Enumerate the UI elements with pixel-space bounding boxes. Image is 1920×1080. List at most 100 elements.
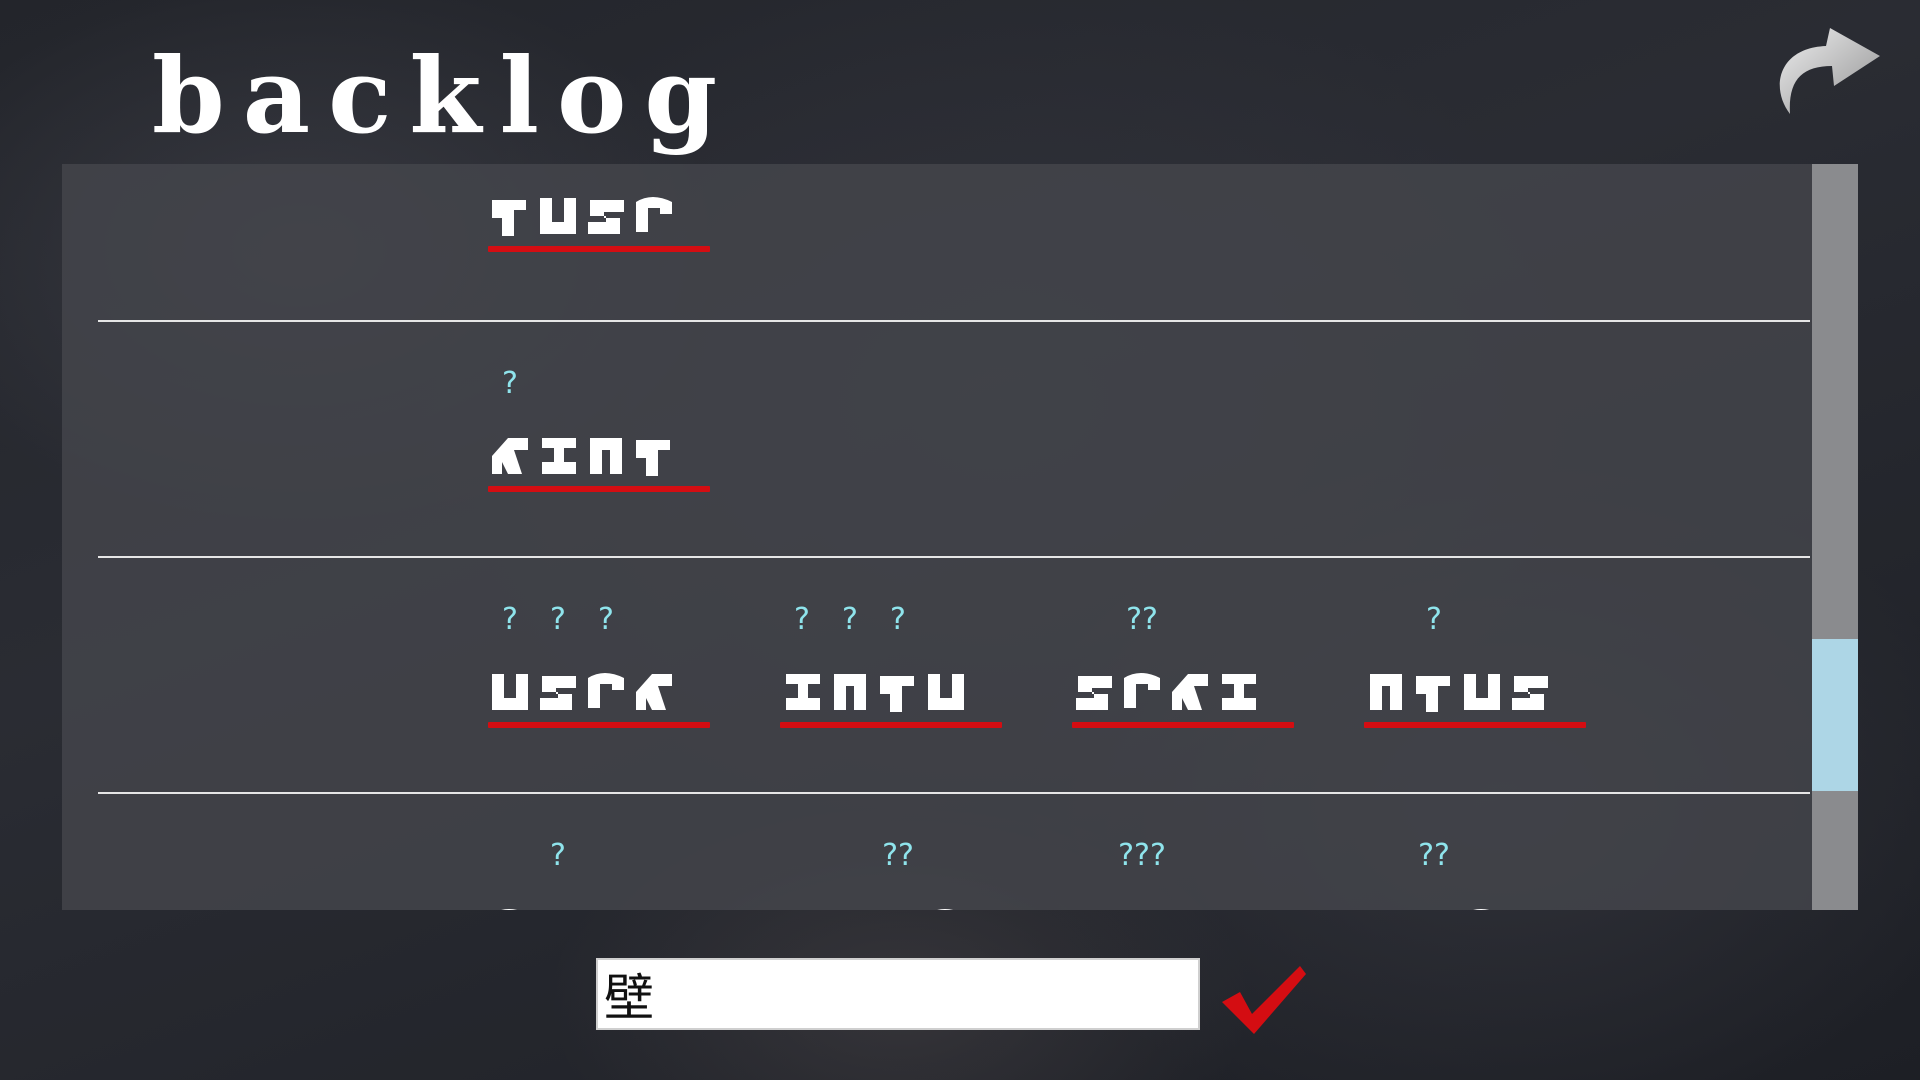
glyph-row	[488, 428, 676, 480]
screen-title: backlog	[152, 34, 736, 157]
hint-row: ?	[1364, 604, 1586, 636]
hint-row: ???	[780, 604, 1002, 636]
backlog-entry[interactable]: ?????????	[98, 558, 1810, 794]
cipher-glyph-icon	[636, 440, 670, 476]
backlog-entry[interactable]: ?	[98, 322, 1810, 558]
cipher-glyph-icon	[590, 438, 622, 474]
cipher-glyph-icon	[834, 674, 866, 710]
cipher-glyph-icon	[1370, 674, 1402, 710]
confirm-button[interactable]	[1218, 962, 1308, 1034]
cipher-glyph-icon	[1072, 904, 1116, 910]
cipher-glyph-icon	[632, 904, 676, 910]
word-underline	[488, 722, 710, 728]
cipher-glyph-icon	[1512, 676, 1548, 710]
cipher-glyph-icon	[492, 674, 528, 710]
hint-marker: ?	[550, 838, 566, 873]
cipher-word[interactable]: ??	[780, 840, 1002, 910]
cipher-glyph-icon	[588, 673, 624, 708]
entry-words	[488, 188, 710, 252]
cipher-glyph-icon	[1364, 904, 1408, 910]
cipher-word[interactable]: ??	[1316, 840, 1538, 910]
cipher-glyph-icon	[1172, 674, 1208, 710]
cipher-word[interactable]	[488, 188, 710, 252]
word-underline	[1072, 722, 1294, 728]
cipher-glyph-icon	[786, 674, 820, 710]
cipher-glyph-icon	[876, 904, 920, 910]
cipher-glyph-icon	[588, 200, 624, 234]
hint-marker: ?	[890, 602, 906, 637]
cipher-glyph-icon	[1120, 904, 1164, 910]
cipher-word[interactable]: ???	[780, 604, 1002, 728]
cipher-glyph-icon	[540, 676, 576, 710]
cipher-glyph-icon	[1124, 673, 1160, 708]
cipher-word[interactable]: ?	[488, 840, 710, 910]
scrollbar[interactable]	[1812, 164, 1858, 910]
cipher-glyph-icon	[1076, 676, 1112, 710]
cipher-glyph-icon	[880, 676, 914, 712]
hint-marker: ?	[794, 602, 810, 637]
hint-row: ?	[488, 368, 710, 400]
cipher-glyph-icon	[1473, 909, 1489, 910]
backlog-entry[interactable]: ????????	[98, 794, 1810, 910]
glyph-row	[1072, 900, 1212, 910]
word-underline	[780, 722, 1002, 728]
cipher-glyph-icon	[1222, 674, 1256, 710]
cipher-glyph-icon	[1316, 904, 1360, 910]
answer-input[interactable]	[596, 958, 1200, 1030]
cipher-glyph-icon	[1412, 904, 1456, 910]
glyph-row	[1072, 664, 1260, 716]
hint-row: ??	[1316, 840, 1538, 872]
hint-marker: ???	[1118, 838, 1166, 873]
entry-words: ?	[488, 368, 710, 492]
hint-row: ??	[780, 840, 1002, 872]
cipher-word[interactable]: ?	[488, 368, 710, 492]
entry-words: ????????	[488, 840, 1538, 910]
hint-marker: ??	[1418, 838, 1450, 873]
glyph-row	[488, 664, 676, 716]
hint-row: ??	[1072, 604, 1294, 636]
hint-marker: ?	[598, 602, 614, 637]
glyph-row	[780, 664, 968, 716]
cipher-glyph-icon	[536, 904, 580, 910]
glyph-row	[780, 900, 968, 910]
hint-marker: ?	[842, 602, 858, 637]
curved-arrow-back-icon	[1779, 28, 1880, 114]
backlog-entry[interactable]	[98, 164, 1810, 322]
scrollbar-thumb[interactable]	[1812, 639, 1858, 791]
hint-row: ?	[488, 840, 710, 872]
hint-marker: ?	[550, 602, 566, 637]
word-underline	[488, 486, 710, 492]
cipher-glyph-icon	[636, 674, 672, 710]
cipher-word[interactable]: ?	[1364, 604, 1586, 728]
hint-row: ???	[488, 604, 710, 636]
hint-marker: ?	[1426, 602, 1442, 637]
hint-marker: ?	[502, 366, 518, 401]
cipher-word[interactable]: ???	[488, 604, 710, 728]
cipher-glyph-icon	[780, 904, 824, 910]
entry-words: ?????????	[488, 604, 1586, 728]
cipher-glyph-icon	[928, 674, 964, 710]
cipher-glyph-icon	[828, 904, 872, 910]
cipher-glyph-icon	[540, 198, 576, 234]
word-underline	[488, 246, 710, 252]
hint-marker: ??	[882, 838, 914, 873]
backlog-entries: ??????????????????	[98, 164, 1810, 910]
word-underline	[1364, 722, 1586, 728]
cipher-glyph-icon	[1416, 676, 1450, 712]
cipher-glyph-icon	[584, 904, 628, 910]
backlog-screen: backlog ??????????????????	[0, 0, 1920, 1080]
cipher-word[interactable]: ??	[1072, 604, 1294, 728]
cipher-glyph-icon	[937, 909, 953, 910]
hint-marker: ?	[502, 602, 518, 637]
cipher-glyph-icon	[636, 197, 672, 232]
cipher-glyph-icon	[1168, 904, 1212, 910]
backlog-panel[interactable]: ??????????????????	[62, 164, 1858, 910]
hint-marker: ??	[1126, 602, 1158, 637]
back-button[interactable]	[1768, 18, 1888, 122]
cipher-word[interactable]: ???	[1072, 840, 1246, 910]
cipher-glyph-icon	[492, 438, 528, 474]
glyph-row	[1364, 664, 1552, 716]
glyph-row	[1316, 900, 1504, 910]
cipher-glyph-icon	[1464, 674, 1500, 710]
cipher-glyph-icon	[492, 200, 526, 236]
